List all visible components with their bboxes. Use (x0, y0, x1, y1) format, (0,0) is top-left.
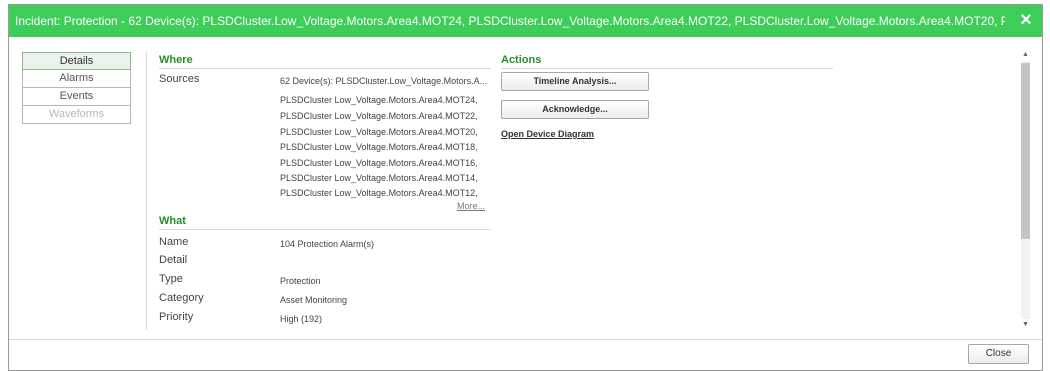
source-line: PLSDCluster Low_Voltage.Motors.Area4.MOT… (280, 188, 478, 198)
tab-alarms[interactable]: Alarms (22, 70, 131, 88)
where-heading: Where (159, 54, 193, 66)
content-divider (146, 52, 147, 330)
detail-label: Detail (159, 254, 188, 266)
source-line: PLSDCluster Low_Voltage.Motors.Area4.MOT… (280, 95, 478, 105)
dialog-title: Incident: Protection - 62 Device(s): PLS… (15, 14, 1005, 28)
type-label: Type (159, 273, 183, 285)
what-rule (159, 229, 491, 230)
incident-dialog: Incident: Protection - 62 Device(s): PLS… (8, 4, 1043, 371)
scroll-down-icon[interactable]: ▼ (1020, 320, 1031, 330)
priority-value: High (192) (280, 314, 323, 324)
source-line: PLSDCluster Low_Voltage.Motors.Area4.MOT… (280, 111, 478, 121)
type-value: Protection (280, 276, 321, 286)
priority-label: Priority (159, 311, 194, 323)
sources-summary: 62 Device(s): PLSDCluster.Low_Voltage.Mo… (280, 76, 488, 86)
dialog-titlebar: Incident: Protection - 62 Device(s): PLS… (9, 5, 1042, 37)
more-sources-link[interactable]: More... (457, 201, 485, 211)
what-heading: What (159, 215, 186, 227)
timeline-analysis-button[interactable]: Timeline Analysis... (501, 72, 649, 91)
scroll-up-icon[interactable]: ▲ (1020, 50, 1031, 60)
open-device-diagram-link[interactable]: Open Device Diagram (501, 129, 594, 139)
tab-events[interactable]: Events (22, 88, 131, 106)
tab-waveforms: Waveforms (22, 106, 131, 124)
tab-details[interactable]: Details (22, 52, 131, 70)
category-value: Asset Monitoring (280, 295, 348, 305)
scroll-thumb[interactable] (1021, 63, 1030, 239)
close-icon[interactable]: × (1016, 10, 1036, 30)
acknowledge-button[interactable]: Acknowledge... (501, 100, 649, 119)
close-button[interactable]: Close (968, 344, 1029, 364)
name-value: 104 Protection Alarm(s) (280, 239, 375, 249)
name-label: Name (159, 236, 189, 248)
where-rule (159, 68, 491, 69)
source-line: PLSDCluster Low_Voltage.Motors.Area4.MOT… (280, 142, 478, 152)
tab-list: Details Alarms Events Waveforms (22, 52, 131, 124)
source-line: PLSDCluster Low_Voltage.Motors.Area4.MOT… (280, 158, 478, 168)
source-line: PLSDCluster Low_Voltage.Motors.Area4.MOT… (280, 127, 478, 137)
category-label: Category (159, 292, 204, 304)
footer-divider (9, 339, 1042, 340)
source-line: PLSDCluster Low_Voltage.Motors.Area4.MOT… (280, 173, 478, 183)
actions-rule (501, 68, 833, 69)
sources-label: Sources (159, 73, 200, 85)
actions-heading: Actions (501, 54, 542, 66)
content-scrollbar[interactable]: ▲ ▼ (1020, 50, 1031, 330)
